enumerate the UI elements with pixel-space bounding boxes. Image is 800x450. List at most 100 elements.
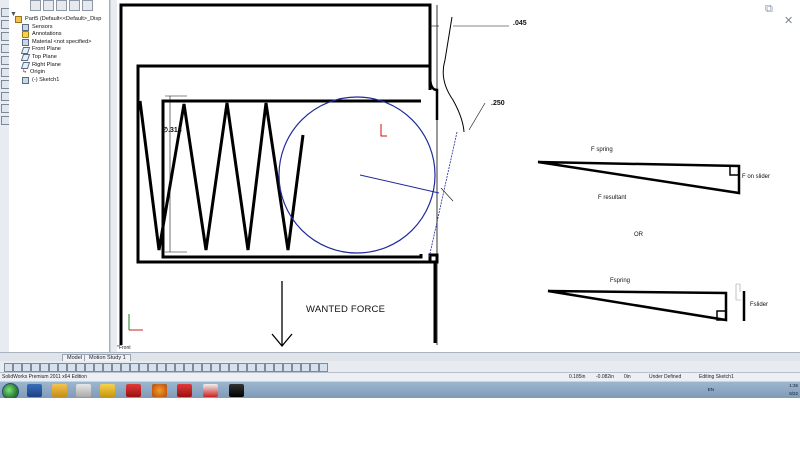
sketch-tool-icon[interactable] — [247, 363, 256, 372]
graphics-area[interactable]: .045 .250 ∅.313 WANTED FORCE F spring F … — [117, 0, 800, 352]
slider-profile — [442, 16, 465, 133]
coordinate-y: -0.082in — [596, 374, 615, 380]
dimxpert-tab-icon[interactable] — [69, 0, 80, 11]
start-button-icon[interactable] — [2, 383, 19, 398]
tree-item-origin[interactable]: ↳ Origin — [9, 69, 109, 77]
dimension-313[interactable]: ∅.313 — [162, 126, 182, 134]
media-icon[interactable] — [229, 384, 244, 397]
sketch-tool-icon[interactable] — [85, 363, 94, 372]
sketch-tool-icon[interactable] — [94, 363, 103, 372]
sketch-tool-icon[interactable] — [265, 363, 274, 372]
app-icon[interactable] — [76, 384, 91, 397]
tree-item-label: Annotations — [32, 31, 62, 38]
tree-item-sensors[interactable]: Sensors — [9, 24, 109, 32]
tree-item-label: Top Plane — [32, 53, 57, 60]
sketch-tool-icon[interactable] — [130, 363, 139, 372]
sketch-tool-icon[interactable] — [157, 363, 166, 372]
tree-item-right-plane[interactable]: Right Plane — [9, 62, 109, 70]
tree-item-annotations[interactable]: Annotations — [9, 31, 109, 39]
view-name-label: *Front — [117, 345, 131, 351]
sketch-tool-icon[interactable] — [175, 363, 184, 372]
tree-item-label: Part5 (Default<<Default>_Disp — [25, 16, 102, 22]
label-f-resultant: F resultant — [598, 195, 627, 201]
tree-item-label: (-) Sketch1 — [32, 76, 60, 83]
tree-item-label: Material <not specified> — [32, 38, 92, 45]
tree-item-top-plane[interactable]: Top Plane — [9, 54, 109, 62]
plane-icon — [20, 61, 31, 69]
label-fspring: Fspring — [610, 278, 631, 284]
wanted-force-label: WANTED FORCE — [306, 304, 386, 315]
property-manager-tab-icon[interactable] — [43, 0, 54, 11]
tree-item-material[interactable]: Material <not specified> — [9, 39, 109, 47]
sketch-tool-icon[interactable] — [292, 363, 301, 372]
outlook-icon[interactable] — [100, 384, 115, 397]
tree-item-sketch1[interactable]: (-) Sketch1 — [9, 77, 109, 85]
exit-sketch-close-icon[interactable]: ✕ — [784, 16, 793, 27]
tree-item-label: Sensors — [32, 23, 53, 30]
editing-status: Editing Sketch1 — [699, 374, 734, 380]
sketch-tool-icon[interactable] — [193, 363, 202, 372]
feature-tree-tab-icon[interactable] — [30, 0, 41, 11]
sketch-tool-icon[interactable] — [13, 363, 22, 372]
language-indicator[interactable]: EN — [708, 386, 714, 394]
sketch-tool-icon[interactable] — [301, 363, 310, 372]
tree-item-part[interactable]: Part5 (Default<<Default>_Disp — [9, 16, 109, 24]
sketch-tool-icon[interactable] — [229, 363, 238, 372]
sketch-tool-icon[interactable] — [22, 363, 31, 372]
right-angle-marker — [729, 165, 740, 176]
sketch-tool-icon[interactable] — [274, 363, 283, 372]
sketch-tool-icon[interactable] — [256, 363, 265, 372]
sketch-tool-icon[interactable] — [103, 363, 112, 372]
ie-icon[interactable] — [27, 384, 42, 397]
annotations-icon — [22, 31, 29, 39]
sketch-tool-icon[interactable] — [238, 363, 247, 372]
sketch-state: Under Defined — [649, 374, 682, 380]
explorer-icon[interactable] — [52, 384, 67, 397]
tree-item-label: Front Plane — [32, 46, 61, 53]
solidworks-icon-2[interactable] — [177, 384, 192, 397]
firefox-icon[interactable] — [152, 384, 167, 397]
feature-tree: Part5 (Default<<Default>_Disp Sensors An… — [9, 16, 109, 85]
confirmation-corner-icon[interactable]: ⧉ — [765, 3, 777, 15]
feature-manager-tree: ▼ Part5 (Default<<Default>_Disp Sensors … — [9, 0, 110, 352]
sketch-tool-icon[interactable] — [31, 363, 40, 372]
pdf-icon[interactable] — [203, 384, 218, 397]
tree-item-label: Origin — [30, 69, 45, 76]
ball-circle[interactable] — [278, 96, 436, 254]
dimension-045[interactable]: .045 — [513, 20, 527, 27]
sketch-tool-icon[interactable] — [310, 363, 319, 372]
sketch-tool-icon[interactable] — [220, 363, 229, 372]
radius-line — [359, 174, 440, 194]
solidworks-icon[interactable] — [126, 384, 141, 397]
contact-line — [428, 131, 458, 259]
origin-icon: ↳ — [22, 69, 28, 76]
sketch-tool-icon[interactable] — [112, 363, 121, 372]
label-f-on-slider: F on slider — [742, 174, 771, 180]
dimension-250[interactable]: .250 — [491, 100, 505, 107]
sketch-tool-icon[interactable] — [121, 363, 130, 372]
sketch-canvas[interactable] — [117, 0, 800, 352]
sketch-tool-icon[interactable] — [148, 363, 157, 372]
tree-item-front-plane[interactable]: Front Plane — [9, 46, 109, 54]
sketch-tool-icon[interactable] — [319, 363, 328, 372]
clock-time[interactable]: 1:36 — [789, 382, 798, 390]
sketch-tool-icon[interactable] — [49, 363, 58, 372]
sketch-tool-icon[interactable] — [76, 363, 85, 372]
config-manager-tab-icon[interactable] — [56, 0, 67, 11]
sketch-tool-icon[interactable] — [202, 363, 211, 372]
sensor-icon — [22, 23, 29, 31]
label-f-spring: F spring — [591, 147, 613, 153]
sketch-tool-icon[interactable] — [4, 363, 13, 372]
sketch-tool-icon[interactable] — [211, 363, 220, 372]
sketch-origin-marker — [380, 124, 387, 137]
sketch-tool-icon[interactable] — [67, 363, 76, 372]
sketch-tool-icon[interactable] — [58, 363, 67, 372]
clock-date[interactable]: 8/22 — [789, 390, 798, 398]
sketch-tool-icon[interactable] — [166, 363, 175, 372]
sketch-tool-icon[interactable] — [184, 363, 193, 372]
sketch-tool-icon[interactable] — [283, 363, 292, 372]
sketch-tool-icon[interactable] — [40, 363, 49, 372]
material-icon — [22, 39, 29, 47]
sketch-tool-icon[interactable] — [139, 363, 148, 372]
display-manager-tab-icon[interactable] — [82, 0, 93, 11]
